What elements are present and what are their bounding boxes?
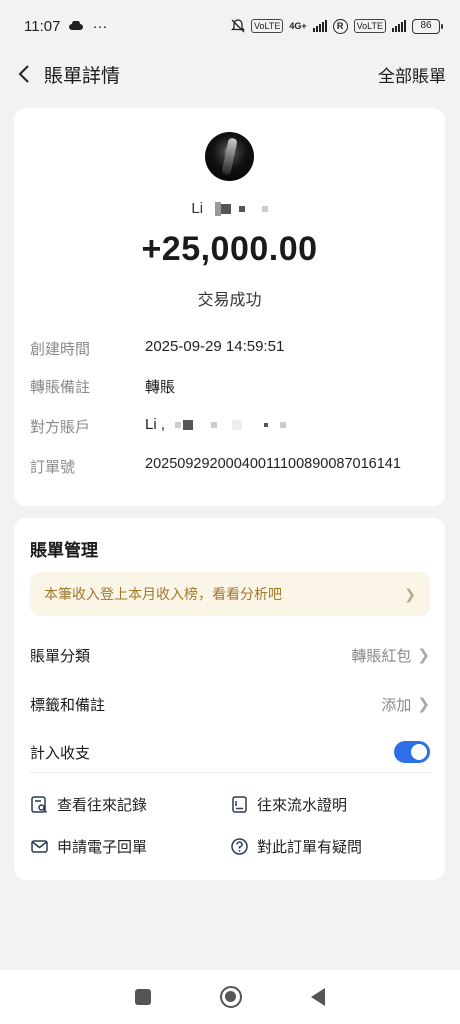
page-title: 賬單詳情 xyxy=(44,65,121,87)
count-in-balance-toggle[interactable] xyxy=(394,741,430,763)
bill-detail-card: Li +25,000.00 交易成功 創建時間 2025-09-29 14:59… xyxy=(14,108,445,506)
category-value: 轉賬紅包 xyxy=(351,647,412,665)
tags-remarks-row[interactable]: 標籤和備註 添加 ❯ xyxy=(30,689,430,719)
status-time: 11:07 xyxy=(24,17,61,35)
view-records-button[interactable]: 查看往來記錄 xyxy=(30,794,147,815)
promo-text: 本筆收入登上本月收入榜，看看分析吧 xyxy=(44,586,282,602)
header: 賬單詳情 全部賬單 xyxy=(0,52,460,96)
recent-apps-icon[interactable] xyxy=(134,989,151,1005)
system-nav-bar xyxy=(0,970,460,1024)
order-number[interactable]: 20250929200040011100890087016141 xyxy=(145,456,401,477)
avatar[interactable] xyxy=(205,132,254,181)
transaction-status: 交易成功 xyxy=(197,292,262,309)
tags-value: 添加 xyxy=(381,696,412,714)
manage-title: 賬單管理 xyxy=(30,541,98,560)
detail-label: 轉賬備註 xyxy=(30,379,91,396)
category-label: 賬單分類 xyxy=(30,647,91,665)
status-bar: 11:07 ··· VoLTE 4G+ R VoLTE 86 xyxy=(0,0,460,52)
statement-proof-button[interactable]: 往來流水證明 xyxy=(230,794,347,815)
status-more: ··· xyxy=(92,17,108,35)
masked-name-block xyxy=(261,206,268,213)
volte-chip-2: VoLTE xyxy=(353,19,386,33)
masked-name-block xyxy=(221,204,232,215)
header-left: 賬單詳情 xyxy=(14,61,120,88)
tags-value-group: 添加 ❯ xyxy=(381,694,430,715)
payer-name: Li xyxy=(191,200,204,217)
status-right: VoLTE 4G+ R VoLTE 86 xyxy=(231,18,443,34)
detail-label: 創建時間 xyxy=(30,341,91,358)
masked-account-block xyxy=(175,422,182,429)
counterparty-account: Li , xyxy=(145,416,286,437)
count-label: 計入收支 xyxy=(30,744,91,762)
masked-account-block xyxy=(279,422,286,429)
battery-icon: 86 xyxy=(412,18,443,34)
volte-chip: VoLTE xyxy=(251,19,284,33)
chevron-right-icon: ❯ xyxy=(404,585,416,602)
question-circle-icon xyxy=(231,838,248,855)
status-left: 11:07 ··· xyxy=(24,18,107,35)
tags-label: 標籤和備註 xyxy=(30,696,106,714)
action-label: 往來流水證明 xyxy=(257,797,348,814)
signal-icon xyxy=(312,20,327,32)
back-arrow-icon[interactable] xyxy=(14,64,34,84)
bill-manage-card: 賬單管理 本筆收入登上本月收入榜，看看分析吧 ❯ 賬單分類 轉賬紅包 ❯ 標籤和… xyxy=(14,518,445,880)
chevron-right-icon: ❯ xyxy=(417,647,430,664)
statement-doc-icon xyxy=(232,796,247,813)
masked-name-block xyxy=(239,206,246,213)
detail-label: 訂單號 xyxy=(30,459,76,476)
bill-category-row[interactable]: 賬單分類 轉賬紅包 ❯ xyxy=(30,640,430,670)
detail-value: 2025-09-29 14:59:51 xyxy=(145,338,285,355)
income-analysis-banner[interactable]: 本筆收入登上本月收入榜，看看分析吧 ❯ xyxy=(30,572,430,616)
bell-muted-icon xyxy=(231,19,246,33)
payer-name-line: Li xyxy=(14,200,445,217)
masked-account-block xyxy=(231,420,242,431)
chevron-right-icon: ❯ xyxy=(417,696,430,713)
network-type: 4G+ xyxy=(289,21,307,31)
back-triangle-icon[interactable] xyxy=(311,988,326,1006)
detail-row-order-no: 訂單號 20250929200040011100890087016141 xyxy=(30,456,440,477)
divider xyxy=(30,772,430,773)
records-search-icon xyxy=(31,796,48,814)
all-bills-link[interactable]: 全部賬單 xyxy=(378,62,446,87)
amount: +25,000.00 xyxy=(141,230,318,268)
count-in-balance-row: 計入收支 xyxy=(30,737,430,767)
roaming-badge: R xyxy=(332,18,348,34)
action-label: 申請電子回單 xyxy=(57,839,148,856)
home-icon[interactable] xyxy=(219,986,242,1008)
action-label: 對此訂單有疑問 xyxy=(257,839,363,856)
signal-icon-2 xyxy=(392,20,406,32)
detail-value: 轉賬 xyxy=(145,379,176,396)
e-receipt-button[interactable]: 申請電子回單 xyxy=(30,836,147,857)
masked-account-block xyxy=(183,420,194,431)
cloud-icon xyxy=(69,21,84,30)
detail-row-created: 創建時間 2025-09-29 14:59:51 xyxy=(30,338,440,359)
counterparty-name: Li , xyxy=(145,416,166,433)
masked-account-block xyxy=(263,423,268,428)
masked-account-block xyxy=(211,422,218,429)
detail-label: 對方賬戶 xyxy=(30,419,91,436)
action-label: 查看往來記錄 xyxy=(57,797,148,814)
detail-row-remark: 轉賬備註 轉賬 xyxy=(30,376,440,397)
order-question-button[interactable]: 對此訂單有疑問 xyxy=(230,836,362,857)
category-value-group: 轉賬紅包 ❯ xyxy=(351,645,430,666)
detail-row-counterparty: 對方賬戶 Li , xyxy=(30,416,440,437)
mail-icon xyxy=(31,840,48,853)
